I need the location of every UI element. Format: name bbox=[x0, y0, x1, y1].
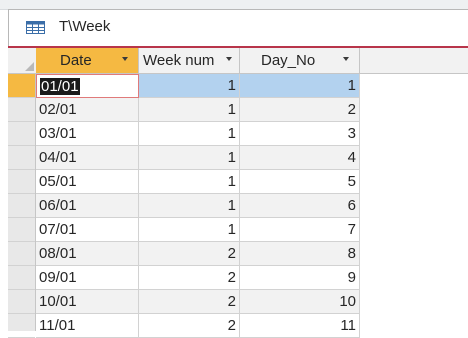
record-selector[interactable] bbox=[8, 218, 35, 242]
cell-date-value: 10/01 bbox=[39, 293, 77, 310]
cell-week-num[interactable]: 2 bbox=[139, 314, 240, 338]
cell-date-value: 02/01 bbox=[39, 101, 77, 118]
column-header-day-no[interactable]: Day_No bbox=[240, 48, 360, 74]
cell-date[interactable]: 06/01 bbox=[36, 194, 139, 218]
cell-week-num[interactable]: 1 bbox=[139, 74, 240, 98]
cell-day-no[interactable]: 4 bbox=[240, 146, 360, 170]
cell-date-value: 03/01 bbox=[39, 125, 77, 142]
record-selector[interactable] bbox=[8, 122, 35, 146]
cell-week-num[interactable]: 1 bbox=[139, 218, 240, 242]
table-row[interactable]: 05/01 1 5 bbox=[36, 170, 360, 194]
cell-day-no[interactable]: 1 bbox=[240, 74, 360, 98]
cell-week-num[interactable]: 1 bbox=[139, 122, 240, 146]
record-selector[interactable] bbox=[8, 194, 35, 218]
document-tab[interactable]: T\Week bbox=[8, 9, 468, 48]
cell-date-value: 04/01 bbox=[39, 149, 77, 166]
cell-date-value: 08/01 bbox=[39, 245, 77, 262]
cell-day-no[interactable]: 10 bbox=[240, 290, 360, 314]
table-row[interactable]: 10/01 2 10 bbox=[36, 290, 360, 314]
table-row[interactable]: 07/01 1 7 bbox=[36, 218, 360, 242]
record-selector[interactable] bbox=[8, 170, 35, 194]
record-selector[interactable] bbox=[8, 146, 35, 170]
cell-date[interactable]: 08/01 bbox=[36, 242, 139, 266]
cell-week-num[interactable]: 2 bbox=[139, 266, 240, 290]
table-row[interactable]: 11/01 2 11 bbox=[36, 314, 360, 338]
select-all-triangle-icon bbox=[25, 62, 34, 71]
cell-day-no[interactable]: 5 bbox=[240, 170, 360, 194]
chevron-down-icon[interactable] bbox=[343, 57, 349, 61]
cell-date[interactable]: 03/01 bbox=[36, 122, 139, 146]
cell-week-num[interactable]: 1 bbox=[139, 146, 240, 170]
table-icon bbox=[26, 21, 45, 34]
table-row[interactable]: 08/01 2 8 bbox=[36, 242, 360, 266]
table-row[interactable]: 01/01 1 1 bbox=[36, 74, 360, 98]
cell-date-value: 06/01 bbox=[39, 197, 77, 214]
column-header-label: Week num bbox=[143, 52, 215, 69]
record-selector-column bbox=[8, 74, 36, 338]
cell-day-no[interactable]: 8 bbox=[240, 242, 360, 266]
table-row[interactable]: 02/01 1 2 bbox=[36, 98, 360, 122]
column-header-label: Date bbox=[60, 52, 92, 69]
cell-date[interactable]: 01/01 bbox=[36, 74, 139, 98]
table-row[interactable]: 04/01 1 4 bbox=[36, 146, 360, 170]
header-filler bbox=[360, 48, 468, 74]
table-row[interactable]: 06/01 1 6 bbox=[36, 194, 360, 218]
cell-date[interactable]: 11/01 bbox=[36, 314, 139, 338]
column-header-label: Day_No bbox=[261, 52, 316, 69]
cell-date[interactable]: 10/01 bbox=[36, 290, 139, 314]
cell-date-value: 11/01 bbox=[39, 317, 76, 334]
cell-week-num[interactable]: 2 bbox=[139, 290, 240, 314]
column-header-date[interactable]: Date bbox=[36, 48, 139, 74]
cell-day-no[interactable]: 9 bbox=[240, 266, 360, 290]
record-selector[interactable] bbox=[8, 98, 35, 122]
cell-date[interactable]: 07/01 bbox=[36, 218, 139, 242]
cell-date-value: 09/01 bbox=[39, 269, 77, 286]
record-selector[interactable] bbox=[8, 242, 35, 266]
cell-week-num[interactable]: 1 bbox=[139, 98, 240, 122]
datasheet: Date Week num Day_No 01/01 1 1 02/01 1 2 03/01… bbox=[8, 48, 468, 338]
table-row[interactable]: 03/01 1 3 bbox=[36, 122, 360, 146]
cell-week-num[interactable]: 1 bbox=[139, 194, 240, 218]
cell-date-value: 05/01 bbox=[39, 173, 77, 190]
cell-date-value: 01/01 bbox=[40, 78, 80, 95]
cell-date[interactable]: 09/01 bbox=[36, 266, 139, 290]
cell-day-no[interactable]: 3 bbox=[240, 122, 360, 146]
cell-date[interactable]: 04/01 bbox=[36, 146, 139, 170]
record-selector[interactable] bbox=[8, 314, 35, 338]
record-selector[interactable] bbox=[8, 290, 35, 314]
chevron-down-icon[interactable] bbox=[122, 57, 128, 61]
chevron-down-icon[interactable] bbox=[226, 57, 232, 61]
select-all-corner[interactable] bbox=[8, 48, 36, 74]
tab-title: T\Week bbox=[59, 18, 111, 35]
record-selector[interactable] bbox=[8, 74, 35, 98]
cell-date-value: 07/01 bbox=[39, 221, 77, 238]
cell-day-no[interactable]: 6 bbox=[240, 194, 360, 218]
table-row[interactable]: 09/01 2 9 bbox=[36, 266, 360, 290]
cell-week-num[interactable]: 1 bbox=[139, 170, 240, 194]
cell-date[interactable]: 05/01 bbox=[36, 170, 139, 194]
column-header-week-num[interactable]: Week num bbox=[139, 48, 240, 74]
cell-day-no[interactable]: 7 bbox=[240, 218, 360, 242]
record-selector[interactable] bbox=[8, 266, 35, 290]
cell-day-no[interactable]: 2 bbox=[240, 98, 360, 122]
cell-week-num[interactable]: 2 bbox=[139, 242, 240, 266]
cell-date[interactable]: 02/01 bbox=[36, 98, 139, 122]
cell-day-no[interactable]: 11 bbox=[240, 314, 360, 338]
